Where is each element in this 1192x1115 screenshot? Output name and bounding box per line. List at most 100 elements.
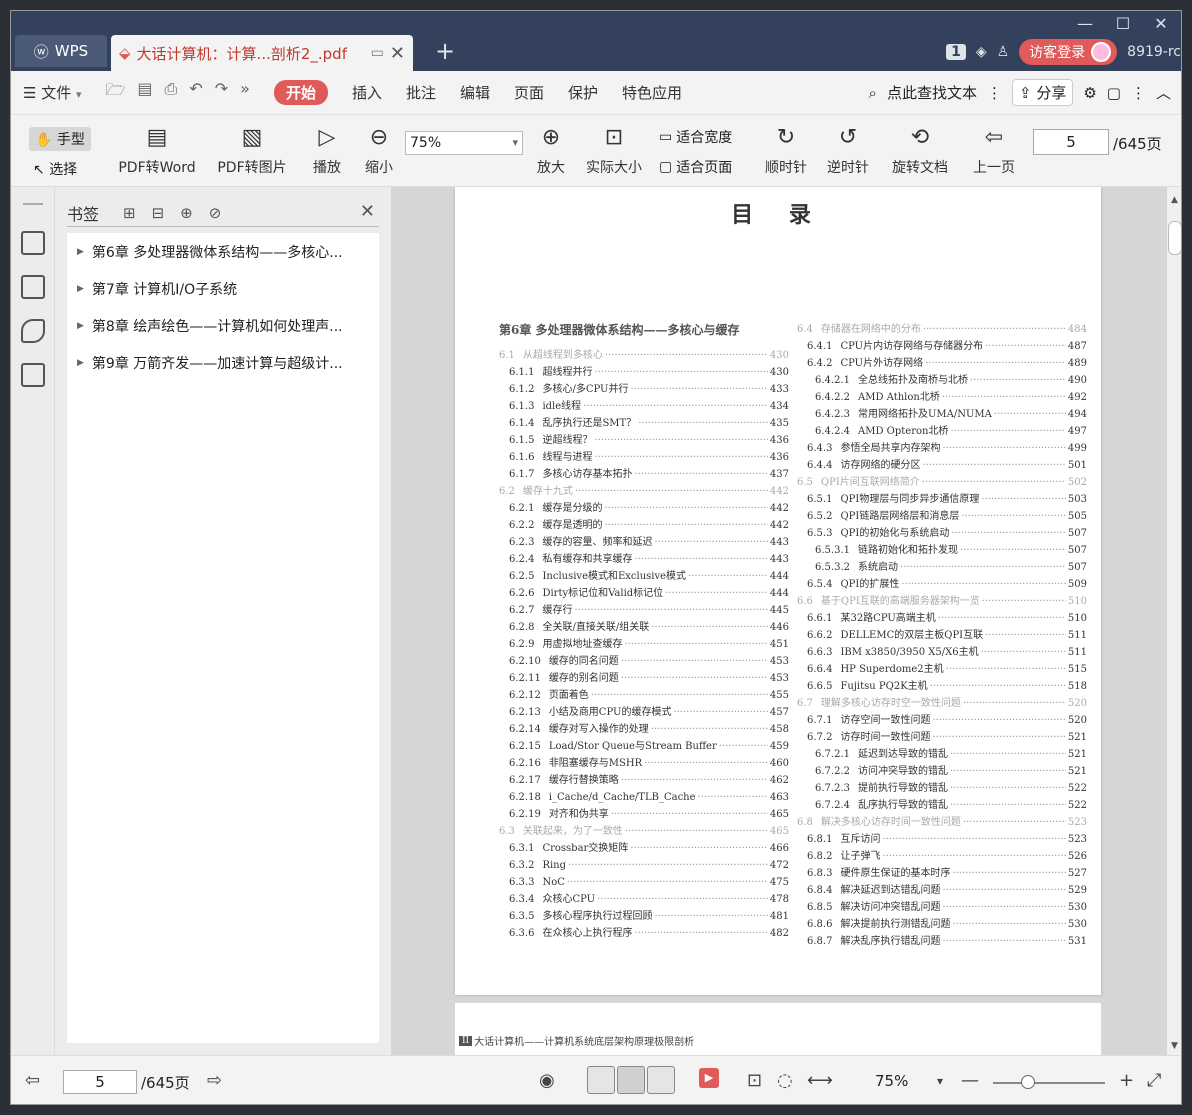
toc-leader-dots [630, 381, 767, 398]
tab-wps-home[interactable]: ⓦ WPS [15, 35, 107, 67]
close-panel-icon[interactable]: ✕ [360, 201, 375, 222]
expand-arrow-icon[interactable]: ▶ [77, 284, 84, 294]
rotate-counterclockwise-button[interactable]: ↺ 逆时针 [823, 123, 873, 177]
gear-icon[interactable]: ⚙ [1083, 84, 1096, 102]
select-tool-button[interactable]: ↖ 选择 [33, 159, 77, 179]
zoom-out-button[interactable]: ⊖ 缩小 [359, 123, 399, 177]
skin-icon[interactable]: ◈ [976, 44, 987, 60]
toc-entry-page: 436 [769, 452, 789, 463]
fit-page-button[interactable]: ▢ 适合页面 [659, 157, 732, 177]
more-icon[interactable]: » [240, 79, 250, 106]
menu-item-edit[interactable]: 编辑 [460, 82, 490, 103]
document-viewport[interactable]: 目 录 第6章 多处理器微体系结构——多核心与缓存 6.1 从超线程到多核心 430… [391, 187, 1167, 1055]
search-icon[interactable]: ⌕ [869, 84, 877, 102]
save-icon[interactable]: ▤ [137, 79, 152, 106]
toc-entry: 6.4.2.2 AMD Athlon北桥 492 [797, 389, 1087, 406]
more-vert-icon[interactable]: ⋮ [987, 84, 1002, 102]
menu-item-special[interactable]: 特色应用 [622, 82, 682, 103]
menu-item-protect[interactable]: 保护 [568, 82, 598, 103]
open-folder-icon[interactable]: 🗁 [106, 79, 126, 106]
undo-icon[interactable]: ↶ [189, 79, 202, 106]
status-page-input[interactable]: 5 [63, 1070, 137, 1094]
menu-item-start[interactable]: 开始 [273, 80, 328, 105]
toc-entry: 6.2.5 Inclusive模式和Exclusive模式 444 [499, 568, 789, 585]
menu-item-insert[interactable]: 插入 [352, 82, 382, 103]
tab-close-icon[interactable]: ✕ [390, 43, 405, 64]
continuous-view-icon[interactable] [587, 1066, 615, 1094]
more-options-icon[interactable]: ⋮ [1131, 84, 1146, 102]
bookmark-item[interactable]: ▶ 第8章 绘声绘色——计算机如何处理声... [67, 307, 379, 344]
find-text[interactable]: 点此查找文本 [887, 82, 977, 103]
play-button[interactable]: ▷ 播放 [305, 123, 349, 177]
fit-page-status-icon[interactable]: ◌ [777, 1070, 793, 1091]
new-tab-button[interactable]: + [435, 37, 455, 65]
prev-page-icon[interactable]: ⇦ [25, 1070, 40, 1091]
close-window-icon[interactable]: ✕ [1149, 13, 1173, 33]
zoom-dropdown-icon[interactable]: ▾ [937, 1074, 943, 1088]
menu-item-page[interactable]: 页面 [514, 82, 544, 103]
maximize-icon[interactable]: ☐ [1111, 13, 1135, 33]
zoom-slider[interactable] [993, 1075, 1105, 1089]
zoom-in-button[interactable]: ⊕ 放大 [531, 123, 571, 177]
two-page-view-icon[interactable] [647, 1066, 675, 1094]
zoom-select[interactable]: 75% [405, 131, 523, 155]
zoom-out-status-icon[interactable]: — [961, 1070, 979, 1091]
fit-width-status-icon[interactable]: ⟷ [807, 1070, 833, 1091]
attachment-icon[interactable] [21, 363, 45, 387]
expand-arrow-icon[interactable]: ▶ [77, 358, 84, 368]
login-button[interactable]: 访客登录 [1019, 39, 1118, 65]
zoom-slider-knob[interactable] [1020, 1075, 1035, 1089]
toc-entry-title: 在众核心上执行程序 [542, 928, 633, 939]
zoom-in-status-icon[interactable]: + [1119, 1070, 1134, 1091]
hand-tool-button[interactable]: ✋ 手型 [29, 127, 91, 151]
toc-entry-number: 6.2.12 [509, 690, 541, 701]
previous-page-button[interactable]: ⇦ 上一页 [969, 123, 1019, 177]
menu-item-annotate[interactable]: 批注 [406, 82, 436, 103]
pdf-to-image-button[interactable]: ▧ PDF转图片 [211, 123, 293, 177]
bookmark-item[interactable]: ▶ 第6章 多处理器微体系结构——多核心... [67, 233, 379, 270]
expand-arrow-icon[interactable]: ▶ [77, 321, 84, 331]
vertical-scrollbar[interactable]: ▲ ▼ [1167, 187, 1181, 1055]
actual-size-button[interactable]: ⊡ 实际大小 [581, 123, 647, 177]
bookmark-item[interactable]: ▶ 第9章 万箭齐发——加速计算与超级计... [67, 344, 379, 381]
next-page-icon[interactable]: ⇨ [207, 1070, 222, 1091]
minimize-icon[interactable]: — [1073, 13, 1097, 33]
rotate-document-icon: ⟲ [910, 125, 930, 150]
print-icon[interactable]: ⎙ [165, 79, 178, 106]
thumbnail-icon[interactable] [21, 275, 45, 299]
scroll-up-icon[interactable]: ▲ [1171, 195, 1178, 205]
eye-icon[interactable]: ◉ [539, 1070, 555, 1091]
toc-entry: 6.7.2.3 提前执行导致的错乱 522 [797, 780, 1087, 797]
toc-entry: 6.2.1 缓存是分级的 442 [499, 500, 789, 517]
tab-document[interactable]: ⬙ 大话计算机：计算...剖析2_.pdf ▭ ✕ [111, 35, 413, 71]
rotate-document-button[interactable]: ⟲ 旋转文档 [887, 123, 953, 177]
redo-icon[interactable]: ↷ [215, 79, 228, 106]
toc-entry-number: 6.7.2.3 [815, 783, 850, 794]
comment-icon[interactable]: ▢ [1107, 84, 1121, 102]
share-button[interactable]: ⇪ 分享 [1011, 79, 1074, 106]
delete-bookmark-icon[interactable]: ⊘ [209, 204, 222, 222]
scroll-down-icon[interactable]: ▼ [1171, 1041, 1178, 1051]
rotate-clockwise-button[interactable]: ↻ 顺时针 [761, 123, 811, 177]
expand-all-icon[interactable]: ⊞ [123, 204, 136, 222]
actual-size-status-icon[interactable]: ⊡ [747, 1070, 762, 1091]
tab-preview-icon[interactable]: ▭ [371, 45, 384, 61]
shirt-icon[interactable]: ♙ [997, 44, 1010, 60]
annotation-icon[interactable] [21, 319, 45, 343]
fullscreen-icon[interactable]: ⤢ [1147, 1070, 1161, 1091]
window-count-badge[interactable]: 1 [946, 44, 966, 60]
scrollbar-thumb[interactable] [1168, 221, 1181, 255]
fit-width-button[interactable]: ▭ 适合宽度 [659, 127, 732, 147]
add-bookmark-icon[interactable]: ⊕ [180, 204, 193, 222]
page-number-input[interactable]: 5 [1033, 129, 1109, 155]
collapse-all-icon[interactable]: ⊟ [152, 204, 165, 222]
slideshow-icon[interactable]: ▶ [699, 1068, 719, 1088]
file-menu[interactable]: ☰ 文件 ▾ [23, 82, 82, 103]
single-page-view-icon[interactable] [617, 1066, 645, 1094]
collapse-ribbon-icon[interactable]: ︿ [1156, 82, 1171, 103]
pdf-to-word-button[interactable]: ▤ PDF转Word [111, 123, 203, 177]
expand-arrow-icon[interactable]: ▶ [77, 247, 84, 257]
status-zoom-value[interactable]: 75% [875, 1072, 908, 1090]
bookmark-panel-icon[interactable] [21, 231, 45, 255]
bookmark-item[interactable]: ▶ 第7章 计算机I/O子系统 [67, 270, 379, 307]
